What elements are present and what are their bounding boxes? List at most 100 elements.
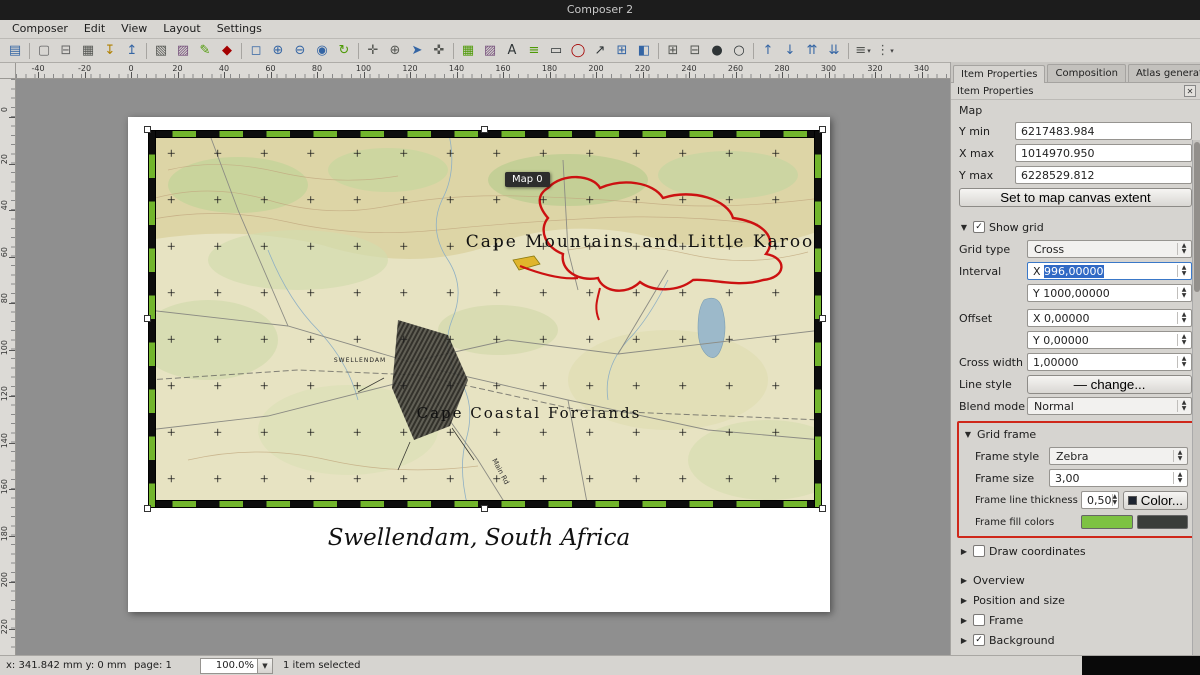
raise-items-icon[interactable]: ↑ [757, 41, 779, 61]
menu-settings[interactable]: Settings [209, 20, 270, 38]
grid-frame-collapse-icon[interactable]: ▼ [963, 430, 973, 439]
frame-color-button[interactable]: Color... [1123, 491, 1188, 510]
interval-x-field[interactable]: X 996,00000 ▲▼ [1027, 262, 1192, 280]
frame-fill-color-2-swatch[interactable] [1137, 515, 1189, 529]
lower-items-icon[interactable]: ↓ [779, 41, 801, 61]
zoom-in-icon[interactable]: ⊕ [267, 41, 289, 61]
y-max-field[interactable]: 6228529.812 [1015, 166, 1192, 184]
pan-icon[interactable]: ✛ [362, 41, 384, 61]
group-items-icon[interactable]: ⊞ [662, 41, 684, 61]
align-items-icon[interactable]: ≡▾ [852, 41, 874, 61]
frame-expand-icon[interactable]: ▶ [959, 616, 969, 625]
add-scalebar-icon[interactable]: ▭ [545, 41, 567, 61]
lock-items-icon[interactable]: ● [706, 41, 728, 61]
menu-view[interactable]: View [113, 20, 155, 38]
background-checkbox[interactable]: ✓ [973, 634, 985, 646]
unlock-items-icon[interactable]: ○ [728, 41, 750, 61]
blend-mode-combo[interactable]: Normal ▲▼ [1027, 397, 1192, 415]
ungroup-items-icon[interactable]: ⊟ [684, 41, 706, 61]
panel-scrollbar[interactable] [1192, 140, 1200, 655]
zoom-dropdown-icon[interactable]: ▼ [258, 658, 273, 674]
distribute-items-dropdown-icon[interactable]: ▾ [890, 47, 894, 55]
selection-handle-s[interactable] [481, 505, 488, 512]
section-position-and-size[interactable]: ▶Position and size [957, 590, 1194, 610]
add-html-frame-icon[interactable]: ◧ [633, 41, 655, 61]
tab-atlas-generation[interactable]: Atlas generation [1128, 64, 1200, 82]
x-max-field[interactable]: 1014970.950 [1015, 144, 1192, 162]
menu-composer[interactable]: Composer [4, 20, 76, 38]
frame-size-field[interactable]: 3,00 ▲▼ [1049, 469, 1188, 487]
add-new-map-icon[interactable]: ▦ [457, 41, 479, 61]
window-titlebar[interactable]: Composer 2 [0, 0, 1200, 20]
tab-item-properties[interactable]: Item Properties [953, 65, 1045, 83]
menu-layout[interactable]: Layout [155, 20, 208, 38]
move-to-back-icon[interactable]: ⇊ [823, 41, 845, 61]
draw-coordinates-checkbox[interactable] [973, 545, 985, 557]
selection-handle-se[interactable] [819, 505, 826, 512]
add-image-icon[interactable]: ▨ [479, 41, 501, 61]
add-legend-icon[interactable]: ≡ [523, 41, 545, 61]
frame-fill-color-1-swatch[interactable] [1081, 515, 1133, 529]
composer-canvas[interactable]: Cape Mountains and Little Karoo Cape Coa… [16, 79, 950, 655]
panel-close-icon[interactable]: ✕ [1184, 85, 1196, 97]
selection-handle-w[interactable] [144, 315, 151, 322]
distribute-items-icon[interactable]: ⋮▾ [874, 41, 896, 61]
zoom-out-icon[interactable]: ⊖ [289, 41, 311, 61]
map-item[interactable]: Cape Mountains and Little Karoo Cape Coa… [148, 130, 822, 508]
menu-edit[interactable]: Edit [76, 20, 113, 38]
save-project-icon[interactable]: ▤ [4, 41, 26, 61]
interval-y-field[interactable]: Y 1000,00000 ▲▼ [1027, 284, 1192, 302]
add-attribute-table-icon[interactable]: ⊞ [611, 41, 633, 61]
add-shape-icon[interactable]: ◯ [567, 41, 589, 61]
position-and-size-expand-icon[interactable]: ▶ [959, 596, 969, 605]
duplicate-composition-icon[interactable]: ⊟ [55, 41, 77, 61]
set-extent-button[interactable]: Set to map canvas extent [959, 188, 1192, 207]
zoom-tool-icon[interactable]: ⊕ [384, 41, 406, 61]
load-from-template-icon[interactable]: ↧ [99, 41, 121, 61]
zoom-actual-icon[interactable]: ◉ [311, 41, 333, 61]
section-background[interactable]: ▶✓Background [957, 630, 1194, 650]
offset-y-field[interactable]: Y 0,00000 ▲▼ [1027, 331, 1192, 349]
overview-expand-icon[interactable]: ▶ [959, 576, 969, 585]
show-grid-checkbox[interactable]: ✓ [973, 221, 985, 233]
selection-handle-sw[interactable] [144, 505, 151, 512]
line-style-change-button[interactable]: — change... [1027, 375, 1192, 394]
move-to-front-icon[interactable]: ⇈ [801, 41, 823, 61]
section-frame[interactable]: ▶Frame [957, 610, 1194, 630]
tab-composition[interactable]: Composition [1047, 64, 1125, 82]
select-move-item-icon[interactable]: ➤ [406, 41, 428, 61]
export-as-svg-icon[interactable]: ✎ [194, 41, 216, 61]
zoom-full-icon[interactable]: ◻ [245, 41, 267, 61]
refresh-view-icon[interactable]: ↻ [333, 41, 355, 61]
frame-line-thickness-field[interactable]: 0,50 ▲▼ [1081, 491, 1119, 509]
composer-manager-icon[interactable]: ▦ [77, 41, 99, 61]
new-composition-icon[interactable]: ▢ [33, 41, 55, 61]
selection-handle-e[interactable] [819, 315, 826, 322]
move-item-content-icon[interactable]: ✜ [428, 41, 450, 61]
selection-handle-ne[interactable] [819, 126, 826, 133]
vruler-tick [9, 629, 15, 630]
selection-handle-nw[interactable] [144, 126, 151, 133]
composition-page[interactable]: Cape Mountains and Little Karoo Cape Coa… [128, 117, 830, 612]
save-as-template-icon[interactable]: ↥ [121, 41, 143, 61]
show-grid-collapse-icon[interactable]: ▼ [959, 223, 969, 232]
selection-handle-n[interactable] [481, 126, 488, 133]
print-icon[interactable]: ▧ [150, 41, 172, 61]
panel-scrollbar-thumb[interactable] [1194, 142, 1200, 292]
zoom-level-field[interactable]: 100.0% [200, 658, 258, 674]
section-overview[interactable]: ▶Overview [957, 570, 1194, 590]
y-min-field[interactable]: 6217483.984 [1015, 122, 1192, 140]
export-as-pdf-icon[interactable]: ◆ [216, 41, 238, 61]
add-arrow-icon[interactable]: ↗ [589, 41, 611, 61]
grid-type-combo[interactable]: Cross ▲▼ [1027, 240, 1192, 258]
frame-style-combo[interactable]: Zebra ▲▼ [1049, 447, 1188, 465]
cross-width-field[interactable]: 1,00000 ▲▼ [1027, 353, 1192, 371]
draw-coordinates-expand-icon[interactable]: ▶ [959, 547, 969, 556]
align-items-dropdown-icon[interactable]: ▾ [867, 47, 871, 55]
add-label-icon[interactable]: A [501, 41, 523, 61]
export-as-image-icon[interactable]: ▨ [172, 41, 194, 61]
composition-title-label[interactable]: Swellendam, South Africa [128, 525, 830, 551]
offset-x-field[interactable]: X 0,00000 ▲▼ [1027, 309, 1192, 327]
frame-checkbox[interactable] [973, 614, 985, 626]
background-expand-icon[interactable]: ▶ [959, 636, 969, 645]
